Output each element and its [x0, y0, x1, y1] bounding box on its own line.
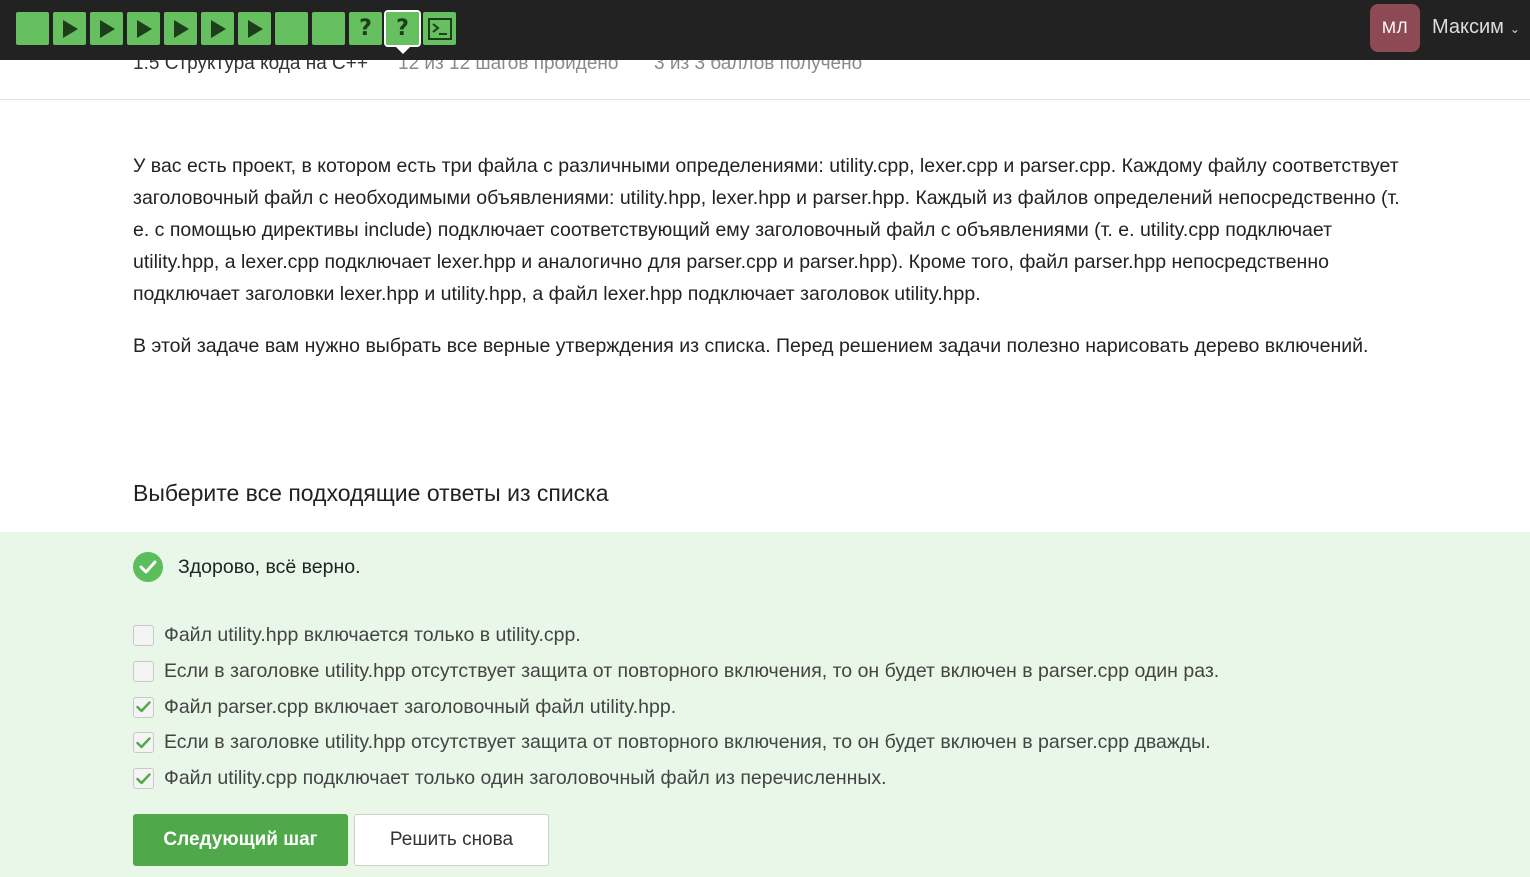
answer-option[interactable]: Если в заголовке utility.hpp отсутствует…	[133, 654, 1219, 690]
answer-option-label: Если в заголовке utility.hpp отсутствует…	[164, 660, 1220, 683]
checkmark-icon	[136, 737, 151, 749]
play-icon	[97, 18, 117, 40]
checkbox-checked[interactable]	[133, 732, 154, 754]
checkmark-icon	[136, 772, 151, 784]
answer-panel: Здорово, всё верно. Файл utility.hpp вкл…	[0, 532, 1530, 877]
task-paragraph: У вас есть проект, в котором есть три фа…	[133, 155, 1400, 305]
step-5-video[interactable]	[164, 12, 197, 45]
step-text: У вас есть проект, в котором есть три фа…	[133, 150, 1413, 382]
step-6-video[interactable]	[201, 12, 234, 45]
checkmark-icon	[136, 701, 151, 713]
terminal-icon	[427, 17, 452, 40]
answer-option-label: Файл utility.hpp включается только в uti…	[164, 624, 581, 647]
step-9-text[interactable]	[312, 12, 345, 45]
answer-option[interactable]: Если в заголовке utility.hpp отсутствует…	[133, 725, 1219, 761]
avatar-initials: МЛ	[1381, 18, 1409, 37]
play-icon	[245, 18, 265, 40]
play-icon	[134, 18, 154, 40]
step-10-quiz[interactable]: ?	[349, 12, 382, 45]
feedback-text: Здорово, всё верно.	[178, 555, 361, 578]
play-icon	[60, 18, 80, 40]
answer-option[interactable]: Файл parser.cpp включает заголовочный фа…	[133, 689, 1219, 725]
step-4-video[interactable]	[127, 12, 160, 45]
answer-option-label: Файл parser.cpp включает заголовочный фа…	[164, 695, 677, 718]
question-icon: ?	[359, 15, 372, 41]
play-icon	[171, 18, 191, 40]
check-circle-icon	[133, 552, 163, 582]
answer-option[interactable]: Файл utility.hpp включается только в uti…	[133, 618, 1219, 654]
play-icon	[208, 18, 228, 40]
chevron-down-icon: ⌄	[1509, 21, 1520, 36]
checkbox-checked[interactable]	[133, 696, 154, 718]
step-11-quiz[interactable]: ?	[384, 10, 421, 54]
action-buttons: Следующий шаг Решить снова	[133, 814, 549, 866]
feedback-message: Здорово, всё верно.	[133, 552, 361, 582]
answer-option-label: Файл utility.cpp подключает только один …	[164, 767, 887, 790]
step-3-video[interactable]	[90, 12, 123, 45]
quiz-title: Выберите все подходящие ответы из списка	[133, 480, 609, 506]
step-1-text[interactable]	[16, 12, 49, 45]
step-2-video[interactable]	[53, 12, 86, 45]
step-7-video[interactable]	[238, 12, 271, 45]
answer-option-label: Если в заголовке utility.hpp отсутствует…	[164, 731, 1211, 754]
solve-again-button[interactable]: Решить снова	[354, 814, 549, 866]
answer-options: Файл utility.hpp включается только в uti…	[133, 618, 1219, 796]
checkbox-unchecked[interactable]	[133, 661, 154, 683]
step-list: ??	[16, 10, 456, 54]
next-step-button[interactable]: Следующий шаг	[133, 814, 348, 866]
task-paragraph: В этой задаче вам нужно выбрать все верн…	[133, 335, 1369, 357]
checkbox-unchecked[interactable]	[133, 625, 154, 647]
question-icon: ?	[396, 15, 409, 41]
step-12-code[interactable]	[423, 12, 456, 45]
answer-option[interactable]: Файл utility.cpp подключает только один …	[133, 761, 1219, 797]
step-8-text[interactable]	[275, 12, 308, 45]
top-navigation-bar: ?? МЛ Максим ⌄	[0, 0, 1530, 60]
user-menu[interactable]: Максим ⌄	[1432, 16, 1520, 39]
user-name: Максим	[1432, 16, 1504, 38]
checkbox-checked[interactable]	[133, 768, 154, 790]
avatar[interactable]: МЛ	[1370, 4, 1420, 52]
